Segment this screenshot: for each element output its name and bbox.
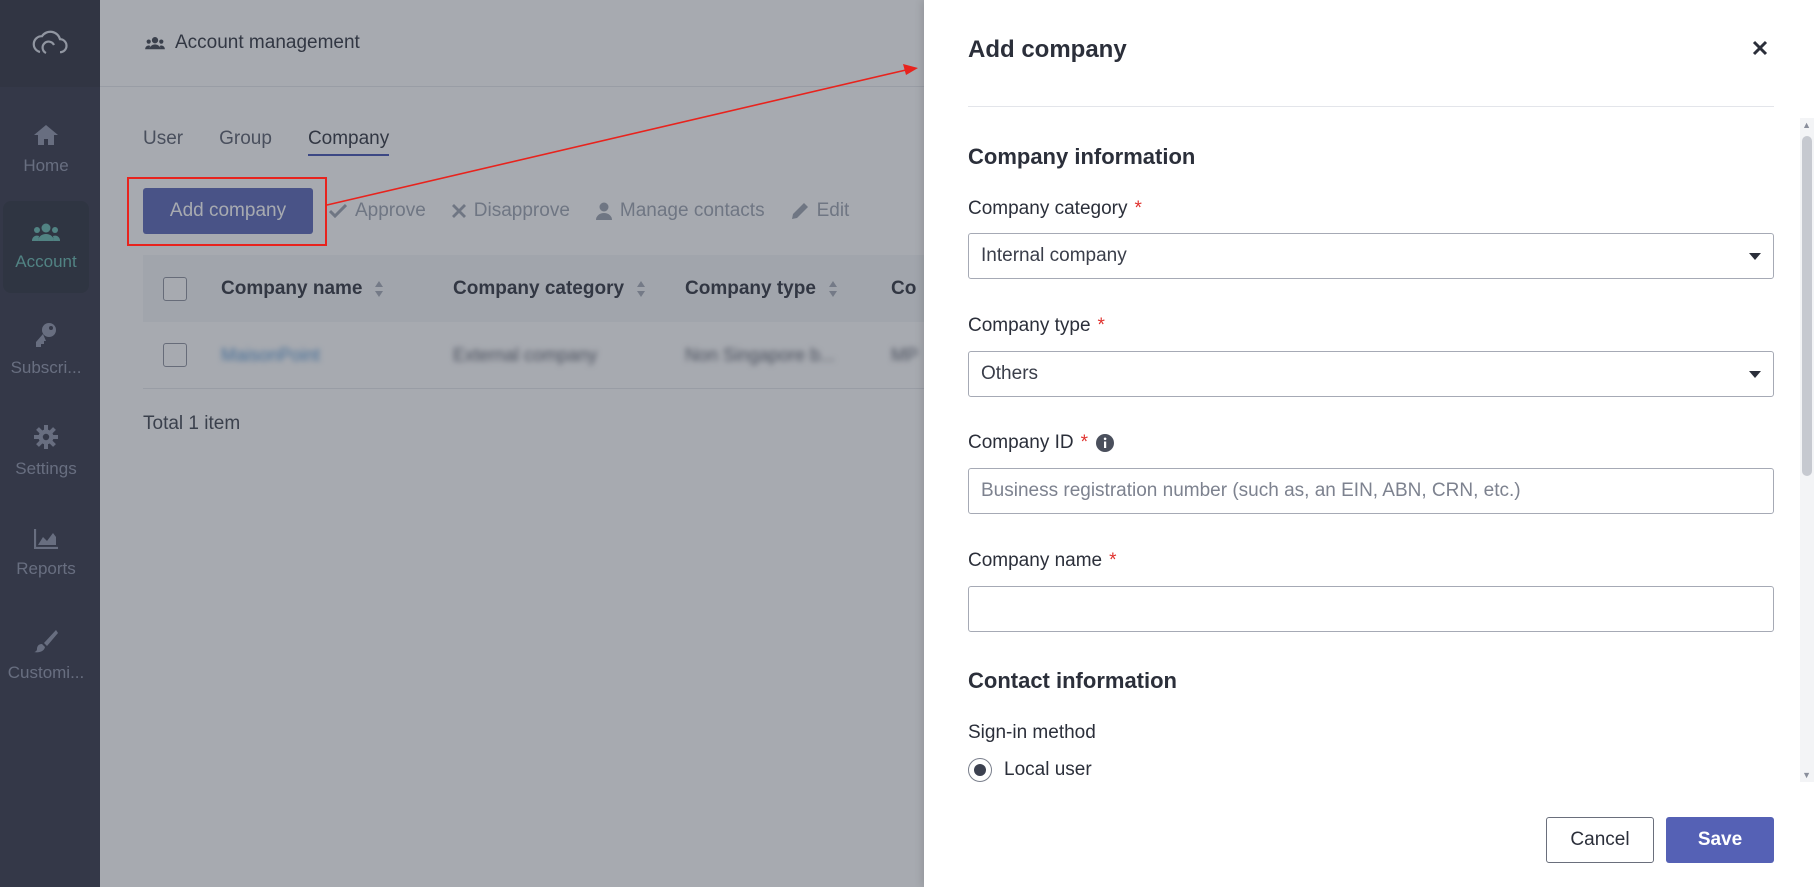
- company-id-label: Company ID *: [968, 432, 1115, 454]
- scroll-down-icon[interactable]: ▼: [1802, 770, 1811, 780]
- drawer-body: Company information Company category * I…: [968, 120, 1774, 782]
- section-contact-information: Contact information: [968, 668, 1177, 693]
- radio-local-user[interactable]: Local user: [968, 758, 1092, 782]
- modal-overlay[interactable]: [0, 0, 924, 887]
- scrollbar-thumb[interactable]: [1802, 136, 1812, 476]
- chevron-down-icon: [1749, 252, 1761, 260]
- company-category-label: Company category *: [968, 198, 1142, 219]
- company-type-select[interactable]: Others: [968, 351, 1774, 397]
- save-button[interactable]: Save: [1666, 817, 1774, 863]
- company-id-input[interactable]: Business registration number (such as, a…: [968, 468, 1774, 514]
- company-category-select[interactable]: Internal company: [968, 233, 1774, 279]
- close-button[interactable]: [1748, 36, 1772, 60]
- required-mark: *: [1080, 432, 1089, 453]
- info-icon[interactable]: [1096, 434, 1115, 452]
- add-company-drawer: Add company Company information Company …: [924, 0, 1814, 887]
- radio-button[interactable]: [968, 758, 992, 782]
- drawer-footer: Cancel Save: [1546, 817, 1774, 863]
- required-mark: *: [1097, 315, 1105, 336]
- company-name-label: Company name *: [968, 550, 1117, 571]
- annotation-highlight-box: [127, 177, 327, 246]
- drawer-divider: [968, 106, 1774, 107]
- drawer-title: Add company: [968, 36, 1127, 63]
- cancel-button[interactable]: Cancel: [1546, 817, 1654, 863]
- sign-in-method-label: Sign-in method: [968, 722, 1096, 743]
- close-icon: [1752, 40, 1768, 56]
- company-name-input[interactable]: [968, 586, 1774, 632]
- company-type-label: Company type *: [968, 315, 1105, 336]
- required-mark: *: [1109, 550, 1117, 571]
- scroll-up-icon[interactable]: ▲: [1802, 120, 1811, 130]
- section-company-information: Company information: [968, 144, 1196, 169]
- chevron-down-icon: [1749, 370, 1761, 378]
- required-mark: *: [1134, 198, 1142, 219]
